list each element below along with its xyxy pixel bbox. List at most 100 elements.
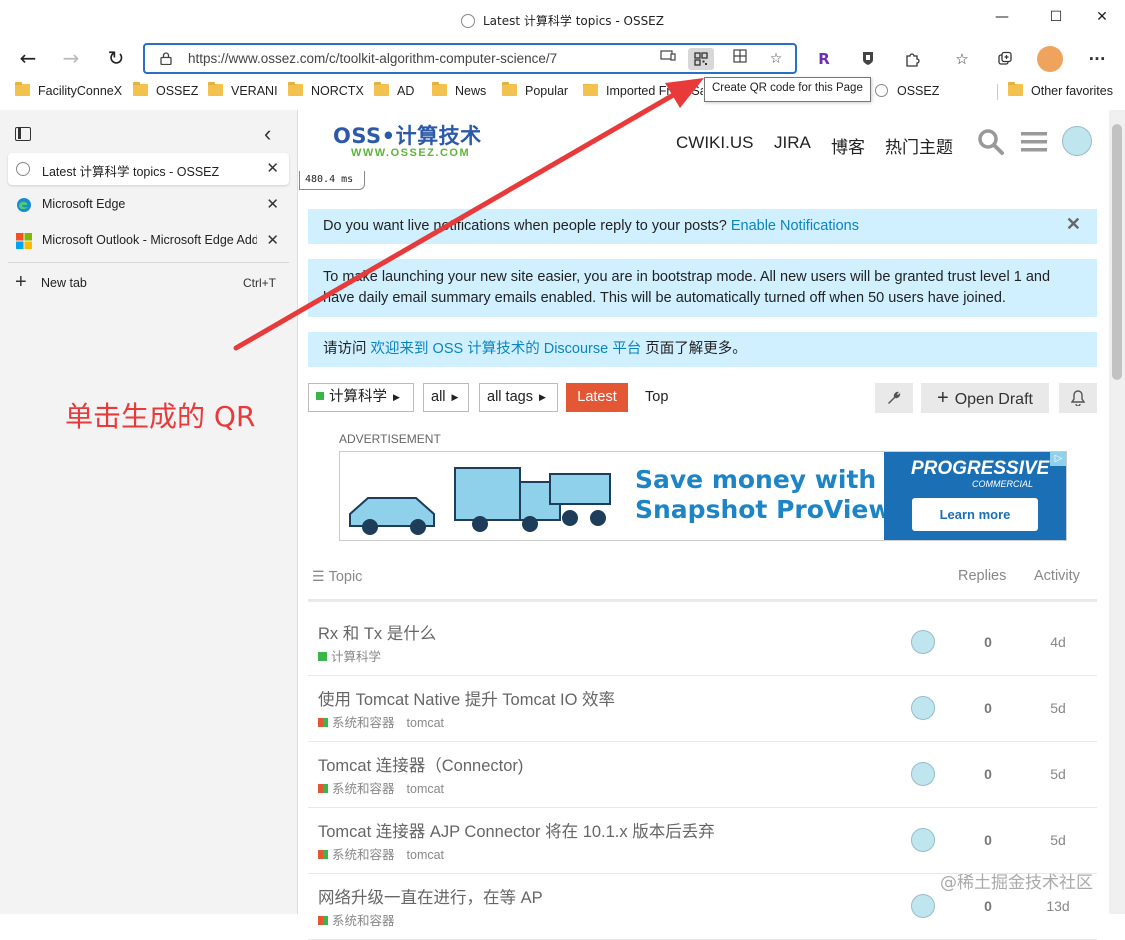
ad-brand-panel: PROGRESSIVE COMMERCIAL Learn more ▷	[884, 452, 1066, 540]
favorite-item[interactable]: Imported From Sa	[583, 84, 703, 98]
tab-latest[interactable]: Latest	[566, 383, 628, 412]
activity-age[interactable]: 4d	[1038, 634, 1078, 650]
activity-age[interactable]: 5d	[1038, 766, 1078, 782]
table-row[interactable]: 使用 Tomcat Native 提升 Tomcat IO 效率系统和容器 tom…	[308, 676, 1097, 742]
category-dropdown[interactable]: 计算科学 ▶	[308, 383, 414, 412]
new-tab-button[interactable]: + New tab Ctrl+T	[8, 268, 289, 300]
table-row[interactable]: Tomcat 连接器（Connector) 系统和容器 tomcat 0 5d	[308, 742, 1097, 808]
tab-top[interactable]: Top	[645, 389, 668, 405]
activity-age[interactable]: 5d	[1038, 700, 1078, 716]
topic-title[interactable]: Rx 和 Tx 是什么	[318, 620, 436, 644]
close-tab-icon[interactable]: ✕	[266, 195, 279, 213]
refresh-button[interactable]: ↻	[102, 46, 130, 72]
favorite-item[interactable]: FacilityConneX	[15, 82, 122, 98]
extension-r-icon[interactable]: R	[811, 48, 837, 70]
url-text[interactable]: https://www.ossez.com/c/toolkit-algorith…	[188, 51, 557, 66]
col-replies[interactable]: Replies	[958, 568, 1006, 584]
nav-cwiki[interactable]: CWIKI.US	[676, 133, 753, 153]
topic-tag[interactable]: tomcat	[407, 848, 445, 862]
immersive-reader-icon[interactable]	[655, 48, 681, 70]
col-activity[interactable]: Activity	[1034, 568, 1080, 584]
address-bar[interactable]: https://www.ossez.com/c/toolkit-algorith…	[143, 43, 797, 74]
profiler-timer[interactable]: 480.4 ms	[299, 171, 365, 190]
topic-category[interactable]: 计算科学	[318, 646, 393, 665]
hamburger-menu-icon[interactable]	[1021, 131, 1047, 153]
close-tab-icon[interactable]: ✕	[266, 231, 279, 249]
extension-shield-icon[interactable]	[855, 48, 881, 70]
favorite-item[interactable]: VERANI	[208, 82, 278, 98]
qr-code-icon[interactable]	[688, 48, 714, 70]
user-avatar[interactable]	[1062, 126, 1092, 156]
add-favorite-star-icon[interactable]: ☆	[763, 48, 789, 70]
tags-dropdown[interactable]: all tags ▶	[479, 383, 558, 412]
favorite-item[interactable]: Popular	[502, 82, 568, 98]
search-icon[interactable]	[977, 128, 1005, 156]
topic-tag[interactable]: tomcat	[407, 716, 445, 730]
open-draft-button[interactable]: + Open Draft	[921, 383, 1049, 413]
profile-avatar[interactable]	[1037, 46, 1063, 72]
wrench-button[interactable]	[875, 383, 913, 413]
favorite-item[interactable]: NORCTX	[288, 82, 364, 98]
back-button[interactable]: ←	[14, 46, 42, 72]
topic-category[interactable]: 系统和容器	[318, 910, 407, 929]
advertisement-banner[interactable]: Save money with Snapshot ProView PROGRESS…	[339, 451, 1067, 541]
poster-avatar[interactable]	[911, 630, 935, 654]
ad-learn-more-button[interactable]: Learn more	[912, 498, 1038, 531]
minimize-button[interactable]: —	[987, 6, 1017, 30]
maximize-button[interactable]: ☐	[1041, 6, 1071, 30]
activity-age[interactable]: 13d	[1038, 898, 1078, 914]
divider	[8, 262, 289, 263]
poster-avatar[interactable]	[911, 762, 935, 786]
topic-category[interactable]: 系统和容器 tomcat	[318, 844, 444, 863]
table-row[interactable]: Tomcat 连接器 AJP Connector 将在 10.1.x 版本后丢弃…	[308, 808, 1097, 874]
enable-notifications-link[interactable]: Enable Notifications	[731, 218, 859, 234]
all-dropdown[interactable]: all ▶	[423, 383, 469, 412]
topic-title[interactable]: Tomcat 连接器（Connector)	[318, 752, 523, 776]
table-row[interactable]: Rx 和 Tx 是什么 计算科学 0 4d	[308, 610, 1097, 676]
topic-category[interactable]: 系统和容器 tomcat	[318, 712, 444, 731]
tab-latest-topics[interactable]: Latest 计算科学 topics - OSSEZ ✕	[8, 153, 289, 185]
favorite-item[interactable]: OSSEZ	[133, 82, 198, 98]
nav-blog[interactable]: 博客	[831, 133, 865, 158]
poster-avatar[interactable]	[911, 894, 935, 918]
activity-age[interactable]: 5d	[1038, 832, 1078, 848]
forward-button[interactable]: →	[57, 46, 85, 72]
welcome-link[interactable]: 欢迎来到 OSS 计算技术的 Discourse 平台	[371, 341, 642, 357]
more-menu-button[interactable]: ···	[1084, 48, 1110, 70]
welcome-banner: 请访问 欢迎来到 OSS 计算技术的 Discourse 平台 页面了解更多。	[308, 332, 1097, 367]
close-tab-icon[interactable]: ✕	[266, 159, 279, 177]
dismiss-notification-icon[interactable]: ✕	[1066, 214, 1081, 235]
add-to-collections-icon[interactable]	[727, 48, 753, 70]
tab-microsoft-edge[interactable]: Microsoft Edge ✕	[8, 189, 289, 221]
topic-title[interactable]: 使用 Tomcat Native 提升 Tomcat IO 效率	[318, 686, 615, 710]
favorite-item[interactable]: OSSEZ	[875, 84, 939, 98]
favorite-item[interactable]: AD	[374, 82, 414, 98]
ad-headline: Save money with Snapshot ProView	[635, 465, 892, 524]
col-topic[interactable]: ☰ Topic	[312, 568, 362, 585]
favorite-item[interactable]: News	[432, 82, 486, 98]
favorites-icon[interactable]: ☆	[949, 48, 975, 70]
scrollbar-thumb[interactable]	[1112, 124, 1122, 380]
tab-outlook-addons[interactable]: Microsoft Outlook - Microsoft Edge Add-o…	[8, 225, 289, 257]
site-logo[interactable]: OSS•计算技术	[333, 120, 482, 150]
page-scrollbar[interactable]	[1109, 110, 1125, 914]
collapse-sidebar-icon[interactable]: ‹	[264, 121, 271, 147]
extensions-puzzle-icon[interactable]	[899, 48, 925, 70]
category-color-icon	[318, 784, 328, 793]
notifications-bell-button[interactable]	[1059, 383, 1097, 413]
topic-title[interactable]: Tomcat 连接器 AJP Connector 将在 10.1.x 版本后丢弃	[318, 818, 715, 842]
folder-icon	[374, 82, 389, 96]
topic-tag[interactable]: tomcat	[407, 782, 445, 796]
poster-avatar[interactable]	[911, 828, 935, 852]
other-favorites[interactable]: Other favorites	[1008, 82, 1113, 98]
nav-hot-topics[interactable]: 热门主题	[885, 133, 953, 158]
folder-icon	[208, 82, 223, 96]
topic-title[interactable]: 网络升级一直在进行，在等 AP	[318, 884, 543, 908]
nav-jira[interactable]: JIRA	[774, 133, 811, 153]
poster-avatar[interactable]	[911, 696, 935, 720]
adchoices-icon[interactable]: ▷	[1050, 452, 1066, 466]
topic-category[interactable]: 系统和容器 tomcat	[318, 778, 444, 797]
collections-icon[interactable]	[992, 48, 1018, 70]
close-window-button[interactable]: ✕	[1087, 6, 1117, 30]
tab-actions-icon[interactable]	[15, 127, 31, 141]
